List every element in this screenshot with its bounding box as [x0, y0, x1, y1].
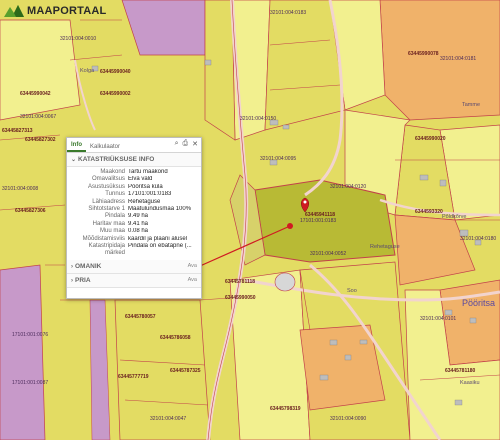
cadastral-id: 17101:001:0076	[12, 332, 48, 338]
section-title: PRIA	[75, 276, 91, 284]
info-value: 17101:001:0183	[128, 191, 172, 198]
plot-id: 63445780057	[125, 314, 156, 320]
info-rows: Maakond Tartu maakond Omavalitsus Elva val…	[67, 167, 201, 260]
info-value: Maatulundusmaa 100%	[128, 206, 192, 213]
info-key: Haritav maa	[92, 220, 125, 227]
logo-mark-icon	[4, 5, 24, 17]
cadastral-id: 32101:004:0090	[330, 416, 366, 422]
tab-info[interactable]: Info	[67, 140, 86, 152]
place-label-tamme: Tamme	[462, 102, 480, 108]
plot-id: 63445827306	[15, 208, 46, 214]
popup-tabs: Info Kalkulaator ⌕ ⎙ ✕	[67, 138, 201, 153]
plot-id: 63445827302	[25, 137, 56, 143]
info-row: Muu maa 0.08 ha	[70, 228, 198, 235]
section-header-pria[interactable]: › PRIA Ava	[67, 273, 201, 288]
info-row: Katastripidaja märked Pindala on ebatäpne…	[70, 243, 198, 258]
info-key: Maakond	[100, 169, 125, 175]
cadastral-id: 32101:004:0120	[330, 184, 366, 190]
open-link[interactable]: Ava	[188, 263, 197, 269]
info-row: Sihtotstarve 1 Maatulundusmaa 100%	[70, 206, 198, 213]
plot-id: 63445787325	[170, 368, 201, 374]
info-row: Pindala 9.49 ha	[70, 213, 198, 220]
popup-tools: ⌕ ⎙ ✕	[175, 140, 198, 148]
plot-id: 63445781180	[445, 368, 476, 374]
cadastral-id: 32101:004:0010	[60, 36, 96, 42]
plot-id: 63445777719	[118, 374, 149, 380]
plot-id: 63445827313	[2, 128, 33, 134]
info-value: Pööritsa küla	[128, 183, 163, 190]
plot-id: 63445781118	[225, 279, 255, 285]
place-label-poeoritsa: Pööritsa	[462, 298, 495, 308]
info-value: kaardil ja plaani alusel	[128, 235, 188, 242]
info-key: Tunnus	[105, 191, 125, 198]
plot-id: 63445990050	[225, 295, 256, 301]
info-key: Muu maa	[99, 228, 125, 235]
plot-id: 63445990042	[20, 91, 51, 97]
cadastral-id: 32101:004:0150	[240, 116, 276, 122]
place-label-rehetaguse: Rehetaguse	[370, 244, 400, 250]
info-value: Pindala on ebatäpne (...	[128, 243, 192, 250]
maaportaal-logo[interactable]: MAAPORTAAL	[4, 4, 106, 18]
info-row: Mõõdistamisviis kaardil ja plaani alusel	[70, 236, 198, 243]
section-title: KATASTRIÜKSUSE INFO	[78, 156, 155, 163]
cadastral-id: 32101:004:0052	[310, 251, 346, 257]
cadastral-id: 32101:004:0101	[420, 316, 456, 322]
plot-id: 63445990020	[415, 136, 446, 142]
chevron-down-icon: ⌄	[71, 157, 77, 163]
info-row: Maakond Tartu maakond	[70, 169, 198, 176]
close-icon[interactable]: ✕	[192, 140, 198, 148]
cadastral-id: 32101:004:0095	[260, 156, 296, 162]
info-row: Tunnus 17101:001:0183	[70, 191, 198, 198]
info-key: Mõõdistamisviis	[82, 235, 125, 242]
chevron-right-icon: ›	[71, 277, 73, 284]
plot-id: 6344593320	[415, 209, 443, 215]
cadastral-id: 17101:001:0087	[12, 380, 48, 386]
place-label-kolga: Kolga	[80, 68, 95, 74]
info-key: Asustusüksus	[87, 183, 125, 190]
info-value: Elva vald	[128, 176, 153, 183]
chevron-right-icon: ›	[71, 263, 73, 270]
info-row: Asustusüksus Pööritsa küla	[70, 184, 198, 191]
section-header-omanik[interactable]: › OMANIK Ava	[67, 259, 201, 274]
cadastral-id: 32101:004:0183	[270, 10, 306, 16]
app-name: MAAPORTAAL	[27, 5, 107, 17]
plot-id: 63445990002	[100, 91, 131, 97]
cadastral-id: 32101:004:0181	[440, 56, 476, 62]
marker-point	[287, 223, 293, 229]
plot-id: 63445990040	[100, 69, 131, 75]
print-icon[interactable]: ⎙	[183, 140, 189, 148]
info-key: Lähiaadress	[92, 198, 125, 205]
info-row: Omavalitsus Elva vald	[70, 176, 198, 183]
info-key: Sihtotstarve 1	[88, 206, 125, 213]
cadastral-id: 32101:004:0047	[150, 416, 186, 422]
info-row: Lähiaadress Rehetaguse	[70, 199, 198, 206]
info-popup: Info Kalkulaator ⌕ ⎙ ✕ ⌄ KATASTRIÜKSUSE I…	[66, 137, 202, 299]
info-value: 9.41 ha	[128, 220, 149, 227]
plot-id: 63445990078	[408, 51, 439, 57]
zoom-icon[interactable]: ⌕	[175, 140, 179, 148]
place-label-kaasiku: Kaasiku	[460, 380, 480, 386]
info-value: Tartu maakond	[128, 169, 168, 175]
info-row: Haritav maa 9.41 ha	[70, 221, 198, 228]
place-label-soo: Soo	[347, 288, 357, 294]
info-value: Rehetaguse	[128, 198, 161, 205]
info-value: 9.49 ha	[128, 213, 149, 220]
cadastral-id: 17101:001:0183	[300, 218, 336, 224]
section-title: OMANIK	[75, 262, 102, 270]
open-link[interactable]: Ava	[188, 277, 197, 283]
cadastral-id: 32101:004:0180	[460, 236, 496, 242]
section-header-katastriuksuse[interactable]: ⌄ KATASTRIÜKSUSE INFO	[67, 153, 201, 167]
cadastral-id: 32101:004:0067	[20, 114, 56, 120]
info-value: 0.08 ha	[128, 228, 149, 235]
plot-id: 63445798319	[270, 406, 301, 412]
tab-kalkulaator[interactable]: Kalkulaator	[86, 142, 124, 152]
info-key: Katastripidaja märked	[88, 243, 125, 257]
cadastral-id: 32101:004:0008	[2, 186, 38, 192]
place-label-poldkorve: Põldkõrve	[442, 214, 466, 220]
info-key: Pindala	[104, 213, 125, 220]
plot-id: 63445786058	[160, 335, 191, 341]
info-key: Omavalitsus	[91, 176, 125, 183]
